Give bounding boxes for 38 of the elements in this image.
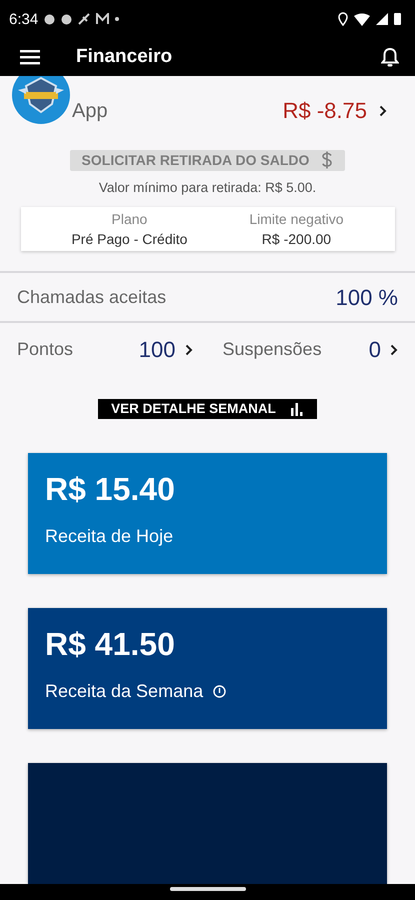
chevron-icon [379, 105, 387, 117]
location-icon [338, 12, 348, 26]
dollar-icon [321, 151, 334, 170]
chevron-icon[interactable] [390, 344, 398, 356]
home-handle[interactable] [170, 887, 246, 891]
stat-label: Suspensões [222, 339, 323, 360]
missed-call-icon [78, 13, 90, 25]
stat-label: Pontos [17, 339, 74, 360]
mail-icon [96, 13, 110, 25]
plan-value: Pré Pago - Crédito [71, 230, 188, 247]
balance-label: App [72, 100, 108, 122]
stat-value[interactable]: 100 [138, 336, 176, 363]
status-time: 6:34 [9, 10, 38, 28]
dot-icon [115, 17, 120, 21]
bar-chart-icon [290, 402, 304, 416]
revenue-label: Receita da Semana [45, 680, 204, 702]
menu-icon[interactable] [20, 49, 40, 65]
notification-bell-icon[interactable] [381, 47, 399, 67]
revenue-amount: R$ 15.40 [45, 470, 176, 508]
signal-icon [376, 13, 388, 25]
screen-title: Financeiro [76, 46, 172, 68]
accepted-calls-value: 100 % [336, 284, 398, 311]
accepted-calls-label: Chamadas aceitas [17, 287, 166, 308]
logo-badge-icon [12, 76, 70, 124]
battery-icon [394, 13, 401, 25]
plan-value: R$ -200.00 [262, 230, 332, 247]
minimum-note: Valor mínimo para retirada: R$ 5.00. [98, 180, 316, 195]
chevron-icon[interactable] [184, 344, 192, 356]
stat-value[interactable]: 0 [368, 336, 381, 363]
plan-label: Limite negativo [249, 210, 344, 227]
wifi-icon [354, 12, 370, 26]
balance-row[interactable]: App R$ -8.75 [0, 76, 415, 136]
plan-label: Plano [112, 210, 148, 227]
info-icon[interactable] [213, 684, 226, 698]
revenue-label: Receita de Hoje [45, 526, 174, 547]
weekly-detail-button[interactable]: VER DETALHE SEMANAL [98, 398, 317, 419]
balance-amount: R$ -8.75 [282, 98, 367, 124]
revenue-amount: R$ 41.50 [45, 626, 176, 663]
